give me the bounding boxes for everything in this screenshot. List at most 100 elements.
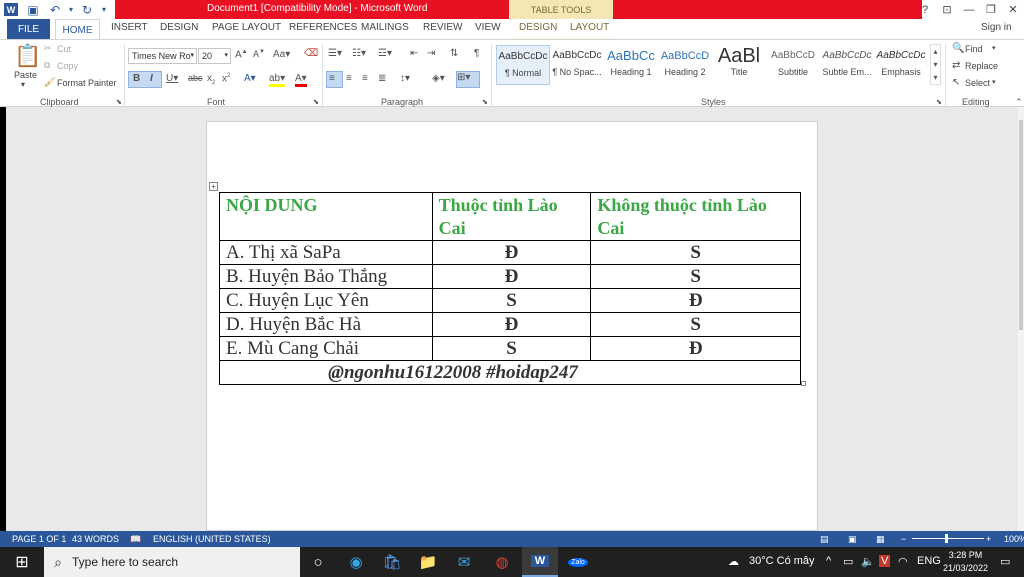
windows-start-icon[interactable]: ⊞ [0, 547, 44, 577]
cut-button[interactable]: Cut [57, 44, 71, 54]
numbering-icon[interactable]: ☷▾ [352, 48, 366, 59]
table-cell[interactable]: S [431, 288, 592, 313]
close-button[interactable]: ✕ [1002, 3, 1024, 16]
superscript-icon[interactable]: x2 [222, 73, 230, 84]
line-spacing-icon[interactable]: ↕▾ [400, 73, 410, 84]
font-launcher-icon[interactable]: ⬊ [313, 98, 319, 106]
tab-page-layout[interactable]: PAGE LAYOUT [212, 22, 281, 33]
zalo-icon[interactable]: Zalo [560, 547, 596, 577]
grow-font-icon[interactable]: A▲ [235, 49, 248, 60]
show-hidden-icons[interactable]: ^ [826, 555, 831, 567]
copy-button[interactable]: Copy [57, 61, 78, 71]
format-painter-button[interactable]: Format Painter [57, 78, 117, 88]
table-move-handle-icon[interactable]: + [209, 182, 218, 191]
cortana-icon[interactable]: ○ [300, 547, 336, 577]
table-cell[interactable]: S [590, 264, 801, 289]
tab-mailings[interactable]: MAILINGS [361, 22, 409, 33]
justify-icon[interactable]: ≣ [378, 73, 386, 84]
undo-icon[interactable]: ↶ [44, 0, 66, 19]
strikethrough-icon[interactable]: abc [188, 73, 203, 83]
select-button[interactable]: Select [965, 78, 990, 88]
tab-review[interactable]: REVIEW [423, 22, 462, 33]
font-size-box[interactable]: 20 ▾ [198, 48, 231, 64]
restore-button[interactable]: ❐ [980, 3, 1002, 16]
text-effects-icon[interactable]: A▾ [244, 73, 256, 84]
tab-insert[interactable]: INSERT [111, 22, 148, 33]
zoom-level[interactable]: 100% [1004, 534, 1024, 544]
battery-icon[interactable]: ▭ [843, 555, 853, 568]
align-left-icon[interactable]: ≡ [329, 73, 335, 84]
table-header-cell[interactable]: Không thuộc tỉnh Lào Cai [590, 192, 801, 241]
print-layout-icon[interactable]: ▣ [848, 534, 857, 545]
style-heading-2[interactable]: AaBbCcD Heading 2 [658, 45, 712, 85]
weather-text[interactable]: 30°C Có mây [749, 555, 815, 567]
edge-icon[interactable]: ◉ [338, 547, 374, 577]
change-case-icon[interactable]: Aa▾ [273, 49, 290, 60]
word-count[interactable]: 43 WORDS [72, 534, 119, 544]
clipboard-launcher-icon[interactable]: ⬊ [116, 98, 122, 106]
table-footer-cell[interactable]: @ngonhu16122008 #hoidap247 [219, 360, 801, 385]
word-taskbar-icon[interactable]: W [522, 547, 558, 577]
volume-icon[interactable]: 🔈 [861, 555, 875, 568]
clear-formatting-icon[interactable]: ⌫ [304, 48, 318, 59]
styles-launcher-icon[interactable]: ⬊ [936, 98, 942, 106]
replace-button[interactable]: Replace [965, 61, 998, 71]
sign-in-link[interactable]: Sign in [981, 22, 1012, 33]
table-cell[interactable]: Đ [590, 288, 801, 313]
table-cell[interactable]: A. Thị xã SaPa [219, 240, 433, 265]
sort-icon[interactable]: ⇅ [450, 48, 458, 59]
store-icon[interactable]: 🛍 [374, 547, 410, 577]
paste-button[interactable]: Paste [14, 70, 37, 80]
tab-table-design[interactable]: DESIGN [519, 22, 557, 33]
taskbar-search[interactable]: ⌕ Type here to search [44, 547, 300, 577]
table-header-cell[interactable]: Thuộc tỉnh Lào Cai [431, 192, 592, 241]
language-indicator[interactable]: ENGLISH (UNITED STATES) [153, 534, 271, 544]
minimize-button[interactable]: — [958, 4, 980, 16]
tab-design[interactable]: DESIGN [160, 22, 198, 33]
weather-icon[interactable]: ☁ [728, 555, 739, 568]
save-icon[interactable]: ▣ [22, 0, 44, 19]
style-emphasis[interactable]: AaBbCcDc Emphasis [874, 45, 928, 85]
tab-view[interactable]: VIEW [475, 22, 501, 33]
web-layout-icon[interactable]: ▦ [876, 534, 885, 545]
find-dropdown-icon[interactable]: ▾ [992, 44, 996, 52]
bold-icon[interactable]: B [133, 73, 140, 84]
style-normal[interactable]: AaBbCcDc ¶ Normal [496, 45, 550, 85]
ribbon-display-options-icon[interactable]: ⊡ [936, 3, 958, 16]
zoom-slider[interactable] [912, 538, 984, 539]
read-mode-icon[interactable]: ▤ [820, 534, 829, 545]
select-dropdown-icon[interactable]: ▾ [992, 78, 996, 86]
tab-table-layout[interactable]: LAYOUT [570, 22, 609, 33]
tab-references[interactable]: REFERENCES [289, 22, 357, 33]
input-language[interactable]: ENG [917, 555, 941, 567]
mail-icon[interactable]: ✉ [446, 547, 482, 577]
highlight-color-icon[interactable]: ab▾ [269, 73, 286, 87]
table-cell[interactable]: B. Huyện Bảo Thắng [219, 264, 433, 289]
table-cell[interactable]: S [590, 240, 801, 265]
tab-home[interactable]: HOME [55, 19, 100, 40]
word-app-icon[interactable]: W [4, 3, 18, 16]
table-header-cell[interactable]: NỘI DUNG [219, 192, 433, 241]
table-cell[interactable]: Đ [431, 240, 592, 265]
find-button[interactable]: Find [965, 44, 983, 54]
undo-dropdown-icon[interactable]: ▾ [66, 0, 76, 19]
paragraph-launcher-icon[interactable]: ⬊ [482, 98, 488, 106]
italic-icon[interactable]: I [150, 73, 153, 84]
tab-file[interactable]: FILE [7, 19, 50, 39]
styles-scroll-icon[interactable]: ▴ ▾ ▾ [930, 44, 941, 85]
help-button[interactable]: ? [914, 4, 936, 16]
table-cell[interactable]: D. Huyện Bắc Hà [219, 312, 433, 337]
font-color-icon[interactable]: A▾ [295, 73, 307, 87]
multilevel-list-icon[interactable]: ☲▾ [378, 48, 392, 59]
style-title[interactable]: AaBl Title [712, 45, 766, 85]
paste-dropdown-icon[interactable]: ▾ [21, 80, 25, 89]
table-resize-handle[interactable] [801, 381, 806, 386]
file-explorer-icon[interactable]: 📁 [410, 547, 446, 577]
bullets-icon[interactable]: ☰▾ [328, 48, 342, 59]
document-table[interactable]: NỘI DUNG Thuộc tỉnh Lào Cai Không thuộc … [219, 192, 801, 385]
table-cell[interactable]: S [590, 312, 801, 337]
proofing-icon[interactable]: 📖 [130, 534, 141, 545]
font-family-box[interactable]: Times New Ro ▾ [128, 48, 197, 64]
table-cell[interactable]: S [431, 336, 592, 361]
decrease-indent-icon[interactable]: ⇤ [410, 48, 418, 59]
